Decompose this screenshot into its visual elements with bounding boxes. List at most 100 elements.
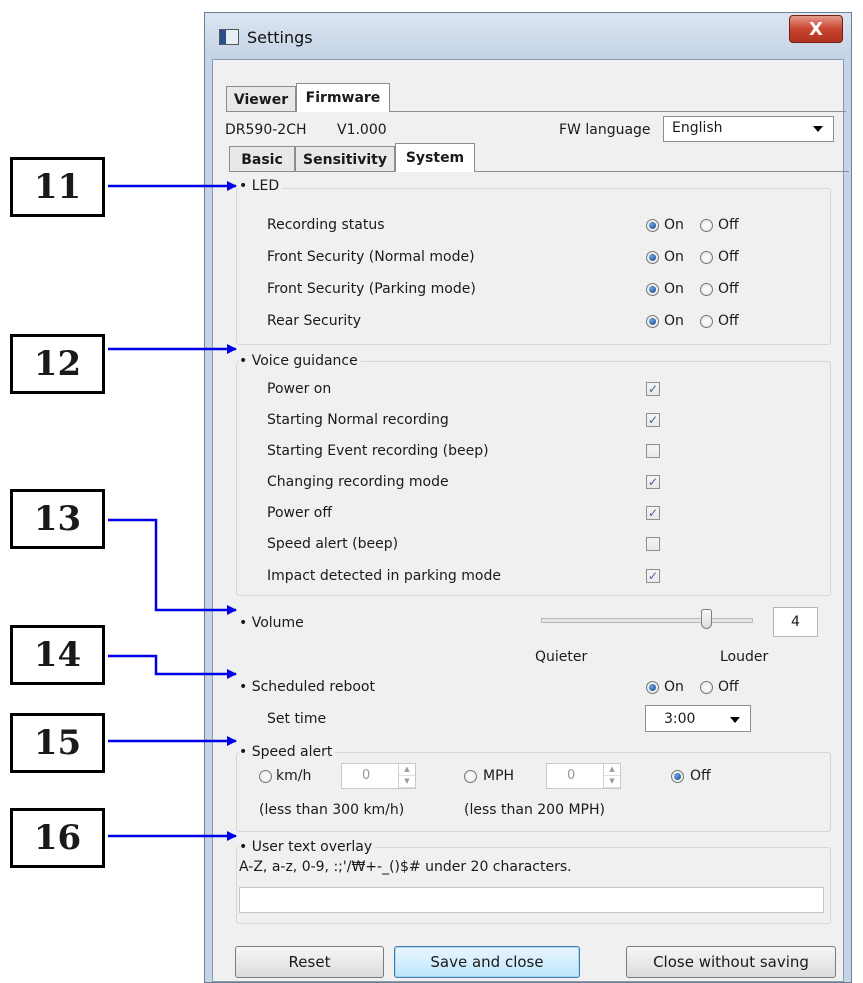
on-label: On: [664, 217, 684, 233]
voice-normal-recording-checkbox[interactable]: ✓: [646, 413, 660, 427]
tab-basic[interactable]: Basic: [229, 146, 295, 172]
callout-16: 16: [10, 808, 105, 868]
callout-12: 12: [10, 334, 105, 394]
led-front-normal-off-radio[interactable]: [700, 251, 713, 264]
tab-sensitivity[interactable]: Sensitivity: [295, 146, 395, 172]
led-title: • LED: [239, 178, 283, 194]
chevron-down-icon: [813, 126, 823, 132]
voice-normal-recording-label: Starting Normal recording: [267, 412, 449, 428]
voice-speed-alert-label: Speed alert (beep): [267, 536, 399, 552]
title-bar[interactable]: Settings X: [205, 13, 851, 59]
led-front-normal-label: Front Security (Normal mode): [267, 249, 475, 265]
voice-impact-parking-checkbox[interactable]: ✓: [646, 569, 660, 583]
voice-speed-alert-checkbox[interactable]: [646, 537, 660, 551]
led-front-parking-off-radio[interactable]: [700, 283, 713, 296]
fw-language-select[interactable]: English: [663, 116, 834, 142]
off-label: Off: [718, 281, 739, 297]
settings-app-icon: [219, 29, 239, 45]
speed-alert-off-label: Off: [690, 768, 711, 784]
close-without-saving-button[interactable]: Close without saving: [626, 946, 836, 978]
kmh-radio[interactable]: [259, 770, 272, 783]
led-recording-on-radio[interactable]: [646, 219, 659, 232]
volume-louder-label: Louder: [720, 649, 769, 665]
scheduled-reboot-title-text: Scheduled reboot: [251, 679, 375, 695]
kmh-value: 0: [362, 768, 371, 783]
kmh-note: (less than 300 km/h): [259, 802, 405, 818]
off-label: Off: [718, 217, 739, 233]
speed-alert-group: [236, 752, 831, 832]
speed-alert-off-radio[interactable]: [671, 770, 684, 783]
volume-slider-track[interactable]: [541, 618, 753, 623]
voice-guidance-title: • Voice guidance: [239, 353, 361, 369]
volume-value-box: 4: [773, 607, 818, 637]
text-overlay-title: • User text overlay: [239, 839, 376, 855]
fw-language-value: English: [672, 120, 723, 136]
save-and-close-button[interactable]: Save and close: [394, 946, 580, 978]
led-front-normal-on-radio[interactable]: [646, 251, 659, 264]
text-overlay-hint: A-Z, a-z, 0-9, :;'/₩+-_()$# under 20 cha…: [239, 859, 572, 875]
led-front-parking-label: Front Security (Parking mode): [267, 281, 476, 297]
kmh-label: km/h: [276, 768, 312, 784]
voice-guidance-title-text: Voice guidance: [251, 353, 358, 369]
voice-changing-mode-checkbox[interactable]: ✓: [646, 475, 660, 489]
spin-down-icon[interactable]: ▼: [604, 776, 620, 788]
voice-power-on-checkbox[interactable]: ✓: [646, 382, 660, 396]
led-recording-off-radio[interactable]: [700, 219, 713, 232]
mph-radio[interactable]: [464, 770, 477, 783]
settings-window: Settings X Viewer Firmware DR590-2CH V1.…: [204, 12, 852, 983]
on-label: On: [664, 313, 684, 329]
speed-alert-title: • Speed alert: [239, 744, 336, 760]
speed-alert-title-text: Speed alert: [251, 744, 333, 760]
spin-up-icon[interactable]: ▲: [399, 764, 415, 776]
set-time-value: 3:00: [664, 711, 696, 727]
client-area: Viewer Firmware DR590-2CH V1.000 FW lang…: [212, 59, 849, 982]
led-rear-off-radio[interactable]: [700, 315, 713, 328]
led-recording-status-label: Recording status: [267, 217, 385, 233]
reboot-off-label: Off: [718, 679, 739, 695]
off-label: Off: [718, 249, 739, 265]
volume-title: • Volume: [239, 615, 307, 631]
spin-down-icon[interactable]: ▼: [399, 776, 415, 788]
reboot-on-radio[interactable]: [646, 681, 659, 694]
mph-note: (less than 200 MPH): [464, 802, 605, 818]
callout-14: 14: [10, 625, 105, 685]
led-title-text: LED: [251, 178, 280, 194]
voice-power-off-checkbox[interactable]: ✓: [646, 506, 660, 520]
led-rear-on-radio[interactable]: [646, 315, 659, 328]
callout-15: 15: [10, 713, 105, 773]
callout-13: 13: [10, 489, 105, 549]
close-button[interactable]: X: [789, 15, 843, 43]
subtab-divider: [229, 171, 849, 172]
tab-viewer[interactable]: Viewer: [226, 86, 296, 112]
callout-11: 11: [10, 157, 105, 217]
set-time-label: Set time: [267, 711, 327, 727]
set-time-select[interactable]: 3:00: [645, 705, 751, 732]
text-overlay-title-text: User text overlay: [251, 839, 373, 855]
window-title: Settings: [247, 28, 313, 47]
voice-impact-parking-label: Impact detected in parking mode: [267, 568, 501, 584]
device-model: DR590-2CH: [225, 122, 307, 138]
led-rear-security-label: Rear Security: [267, 313, 361, 329]
text-overlay-input[interactable]: [239, 887, 824, 913]
on-label: On: [664, 281, 684, 297]
voice-power-on-label: Power on: [267, 381, 332, 397]
volume-quieter-label: Quieter: [535, 649, 588, 665]
spin-up-icon[interactable]: ▲: [604, 764, 620, 776]
led-front-parking-on-radio[interactable]: [646, 283, 659, 296]
mph-label: MPH: [483, 768, 515, 784]
kmh-spinner-buttons[interactable]: ▲ ▼: [398, 764, 415, 788]
mph-spinner-buttons[interactable]: ▲ ▼: [603, 764, 620, 788]
on-label: On: [664, 249, 684, 265]
scheduled-reboot-title: • Scheduled reboot: [239, 679, 378, 695]
chevron-down-icon: [730, 717, 740, 723]
voice-event-recording-checkbox[interactable]: [646, 444, 660, 458]
voice-event-recording-label: Starting Event recording (beep): [267, 443, 489, 459]
kmh-spinner[interactable]: 0 ▲ ▼: [341, 763, 416, 789]
volume-slider-thumb[interactable]: [701, 609, 712, 629]
tab-system[interactable]: System: [395, 143, 475, 172]
mph-spinner[interactable]: 0 ▲ ▼: [546, 763, 621, 789]
reboot-off-radio[interactable]: [700, 681, 713, 694]
reset-button[interactable]: Reset: [235, 946, 384, 978]
mph-value: 0: [567, 768, 576, 783]
tab-firmware[interactable]: Firmware: [296, 83, 390, 112]
